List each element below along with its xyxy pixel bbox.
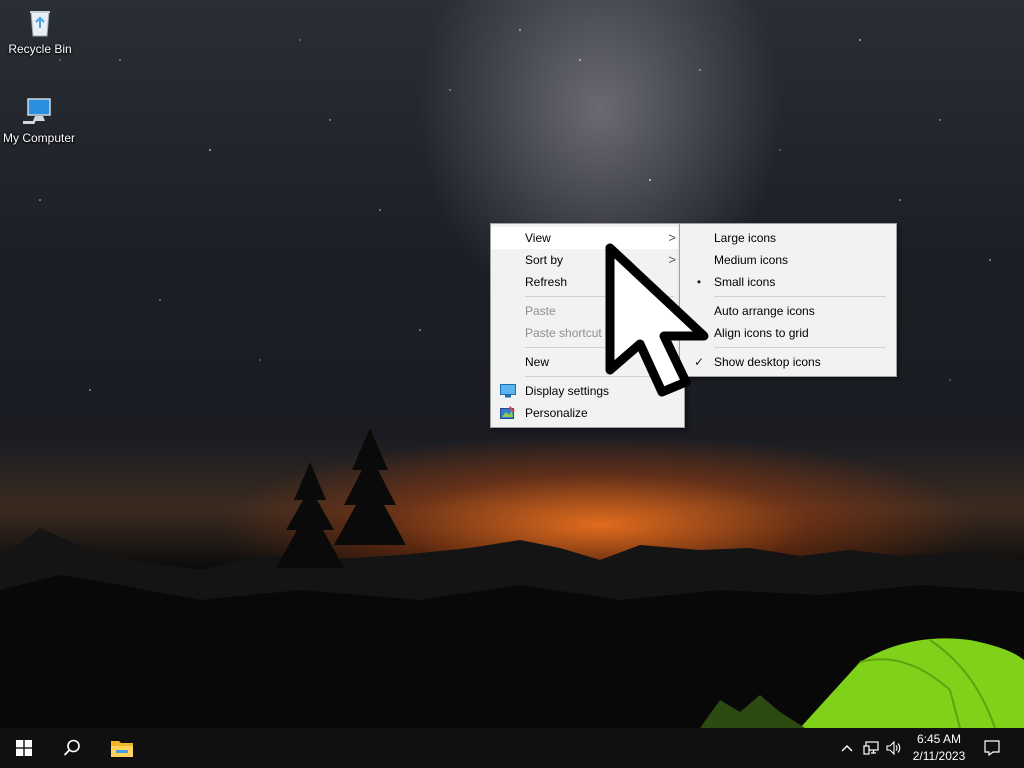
start-button[interactable]	[0, 728, 48, 768]
taskbar: 6:45 AM 2/11/2023	[0, 728, 1024, 768]
mouse-pointer-icon	[605, 243, 709, 397]
tray-network[interactable]	[860, 728, 882, 768]
desktop-icon-label: Recycle Bin	[8, 42, 72, 56]
windows-start-icon	[16, 740, 32, 756]
display-settings-icon	[500, 384, 516, 398]
desktop-icon-label: My Computer	[2, 131, 76, 145]
action-center-icon	[984, 740, 1000, 756]
search-icon	[63, 739, 80, 756]
menu-item-label: Show desktop icons	[714, 355, 821, 369]
clock-date: 2/11/2023	[912, 749, 966, 763]
menu-item-label: Paste shortcut	[525, 326, 602, 340]
menu-item-label: New	[525, 355, 550, 369]
search-button[interactable]	[48, 728, 96, 768]
action-center-button[interactable]	[978, 728, 1006, 768]
clock-time: 6:45 AM	[916, 732, 962, 746]
tray-overflow[interactable]	[836, 728, 858, 768]
network-icon	[863, 741, 879, 755]
file-explorer-icon	[111, 741, 133, 757]
volume-icon	[886, 741, 901, 755]
taskbar-file-explorer[interactable]	[98, 728, 146, 768]
menu-item-label: Sort by	[525, 253, 564, 267]
menu-item-label: Refresh	[525, 275, 568, 289]
taskbar-clock[interactable]: 6:45 AM 2/11/2023	[904, 731, 974, 765]
menu-item-label: View	[525, 231, 551, 245]
recycle-bin-icon	[30, 11, 50, 37]
tray-volume[interactable]	[883, 728, 905, 768]
menu-item-label: Paste	[525, 304, 556, 318]
personalize-icon	[500, 406, 515, 419]
menu-item-label: Display settings	[525, 384, 610, 398]
menu-item-personalize[interactable]: Personalize	[491, 402, 684, 424]
menu-separator	[714, 347, 886, 348]
computer-icon	[23, 98, 51, 124]
chevron-up-icon	[841, 745, 853, 752]
desktop-icon-my-computer[interactable]: My Computer	[0, 95, 79, 145]
desktop-icon-recycle-bin[interactable]: Recycle Bin	[0, 6, 80, 56]
menu-item-label: Personalize	[525, 406, 588, 420]
menu-separator	[714, 296, 886, 297]
